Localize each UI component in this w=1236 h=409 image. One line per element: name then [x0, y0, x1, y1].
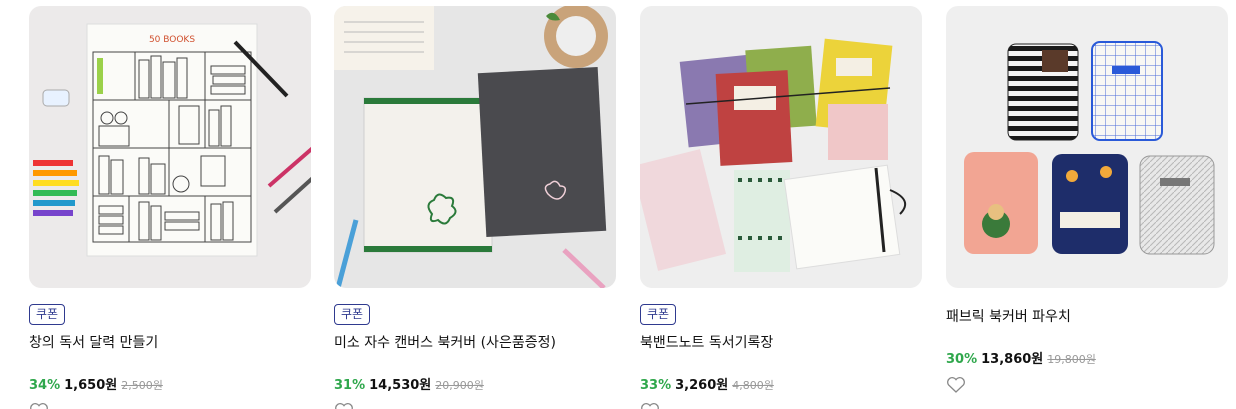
discount-rate: 30% — [946, 352, 978, 367]
discount-rate: 31% — [334, 378, 366, 393]
product-card-1[interactable]: 50 BOOKS 쿠폰 창의 독서 달력 만들기 34% 1,650원 2,50… — [29, 6, 311, 409]
heart-outline-icon[interactable] — [29, 402, 49, 409]
price-row: 34% 1,650원 2,500원 — [29, 374, 163, 393]
price-row: 33% 3,260원 4,800원 — [640, 374, 774, 393]
product-card-4[interactable]: 패브릭 북커버 파우치 30% 13,860원 19,800원 — [946, 6, 1228, 393]
product-name[interactable]: 북밴드노트 독서기록장 — [640, 332, 773, 352]
original-price: 19,800원 — [1047, 353, 1096, 366]
product-image[interactable]: 50 BOOKS — [29, 6, 311, 288]
product-image[interactable] — [946, 6, 1228, 288]
product-card-3[interactable]: 쿠폰 북밴드노트 독서기록장 33% 3,260원 4,800원 — [640, 6, 922, 409]
product-image[interactable] — [334, 6, 616, 288]
sale-price: 14,530원 — [369, 378, 432, 393]
product-card-2[interactable]: 쿠폰 미소 자수 캔버스 북커버 (사은품증정) 31% 14,530원 20,… — [334, 6, 616, 409]
original-price: 20,900원 — [435, 379, 484, 392]
heart-outline-icon[interactable] — [334, 402, 354, 409]
sale-price: 1,650원 — [64, 378, 118, 393]
sale-price: 13,860원 — [981, 352, 1044, 367]
price-row: 30% 13,860원 19,800원 — [946, 348, 1096, 367]
product-name[interactable]: 패브릭 북커버 파우치 — [946, 306, 1071, 326]
product-name[interactable]: 창의 독서 달력 만들기 — [29, 332, 158, 352]
discount-rate: 34% — [29, 378, 61, 393]
coupon-badge: 쿠폰 — [334, 304, 371, 325]
discount-rate: 33% — [640, 378, 672, 393]
coupon-badge: 쿠폰 — [640, 304, 677, 325]
sale-price: 3,260원 — [675, 378, 729, 393]
original-price: 4,800원 — [732, 379, 774, 392]
product-image[interactable] — [640, 6, 922, 288]
coupon-badge: 쿠폰 — [29, 304, 66, 325]
price-row: 31% 14,530원 20,900원 — [334, 374, 484, 393]
poster-title: 50 BOOKS — [149, 35, 195, 45]
heart-outline-icon[interactable] — [640, 402, 660, 409]
original-price: 2,500원 — [121, 379, 163, 392]
product-name[interactable]: 미소 자수 캔버스 북커버 (사은품증정) — [334, 332, 556, 352]
heart-outline-icon[interactable] — [946, 376, 966, 394]
